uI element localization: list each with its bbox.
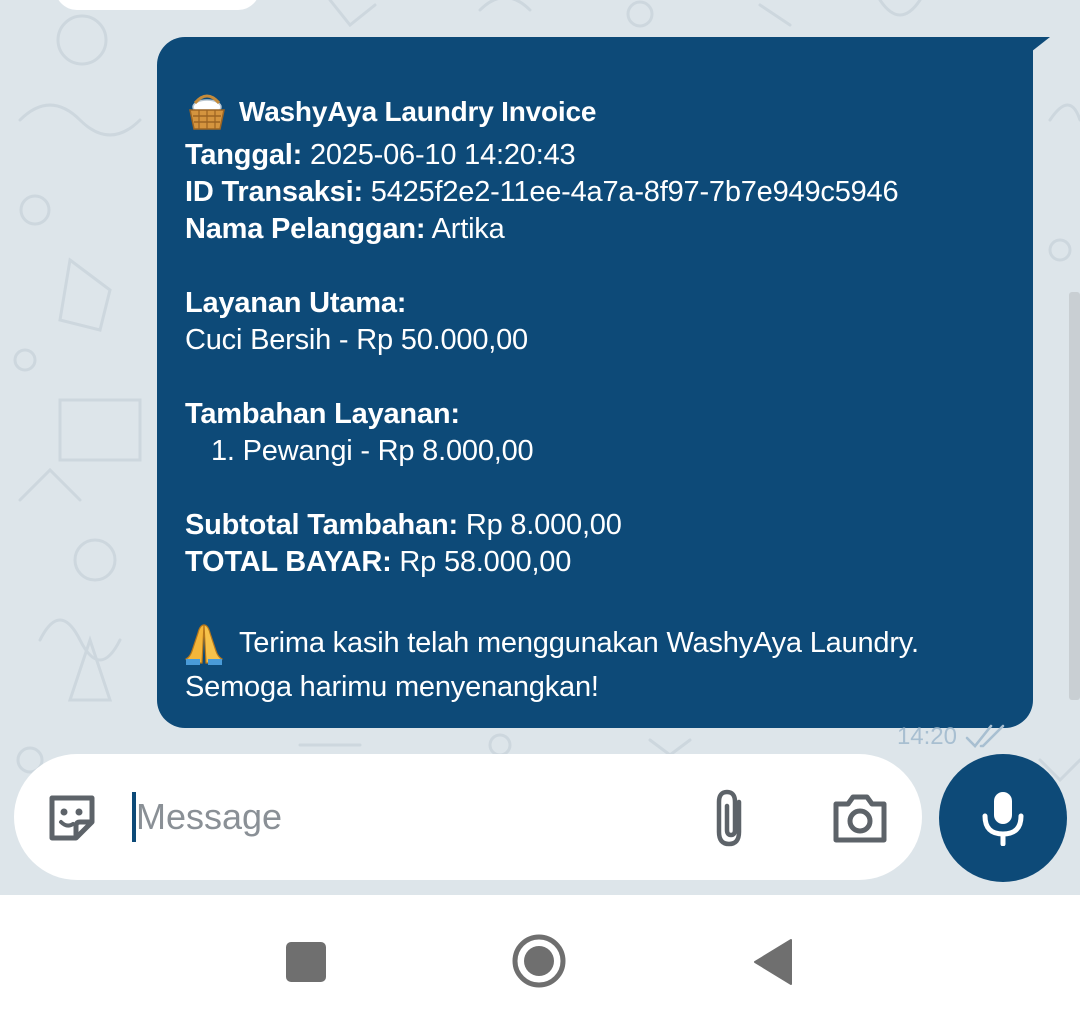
invoice-message-bubble[interactable]: WashyAya Laundry Invoice Tanggal: 2025-0… — [157, 37, 1033, 750]
date-label: Tanggal: — [185, 139, 303, 171]
thanks-row: Terima kasih telah menggunakan WashyAya … — [185, 621, 919, 665]
basket-icon — [189, 94, 225, 130]
home-button[interactable] — [512, 934, 566, 988]
transaction-id-row: ID Transaksi: 5425f2e2-11ee-4a7a-8f97-7b… — [185, 176, 899, 209]
mic-icon — [982, 792, 1024, 846]
voice-record-button[interactable] — [939, 754, 1067, 882]
total-label: TOTAL BAYAR: — [185, 546, 392, 578]
subtotal-row: Subtotal Tambahan: Rp 8.000,00 — [185, 509, 622, 542]
subtotal-value: Rp 8.000,00 — [465, 509, 622, 541]
customer-row: Nama Pelanggan: Artika — [185, 213, 505, 246]
transaction-id-label: ID Transaksi: — [185, 176, 363, 208]
transaction-id-value: 5425f2e2-11ee-4a7a-8f97-7b7e949c5946 — [370, 176, 899, 208]
main-service-label: Layanan Utama: — [185, 287, 406, 320]
back-button[interactable] — [753, 938, 793, 986]
extra-service-item: 1. Pewangi - Rp 8.000,00 — [211, 435, 534, 467]
total-row: TOTAL BAYAR: Rp 58.000,00 — [185, 546, 571, 579]
thanks-line-1: Terima kasih telah menggunakan WashyAya … — [239, 626, 919, 659]
recents-button[interactable] — [286, 942, 326, 982]
total-value: Rp 58.000,00 — [399, 546, 572, 578]
camera-icon[interactable] — [830, 792, 890, 844]
customer-label: Nama Pelanggan: — [185, 213, 426, 245]
scrollbar[interactable] — [1069, 292, 1080, 700]
message-time: 14:20 — [896, 723, 957, 750]
sticker-icon[interactable] — [44, 790, 100, 846]
message-composer — [14, 754, 922, 880]
folded-hands-icon — [185, 624, 223, 665]
customer-value: Artika — [431, 213, 505, 245]
main-service-value: Cuci Bersih - Rp 50.000,00 — [185, 324, 528, 356]
invoice-title-row: WashyAya Laundry Invoice — [185, 90, 596, 134]
main-service-heading: Layanan Utama: — [185, 287, 407, 319]
subtotal-label: Subtotal Tambahan: — [185, 509, 458, 541]
paperclip-icon[interactable] — [709, 788, 753, 848]
previous-message-bubble — [55, 0, 260, 10]
invoice-title: WashyAya Laundry Invoice — [239, 96, 597, 127]
date-row: Tanggal: 2025-06-10 14:20:43 — [185, 139, 576, 172]
extra-service-label: Tambahan Layanan: — [185, 398, 460, 431]
thanks-line-2: Semoga harimu menyenangkan! — [185, 671, 599, 703]
message-meta: 14:20 — [897, 723, 1009, 751]
extra-service-heading: Tambahan Layanan: — [185, 398, 460, 430]
message-input[interactable] — [136, 790, 656, 844]
date-value: 2025-06-10 14:20:43 — [309, 139, 576, 171]
double-check-icon — [965, 724, 1005, 748]
